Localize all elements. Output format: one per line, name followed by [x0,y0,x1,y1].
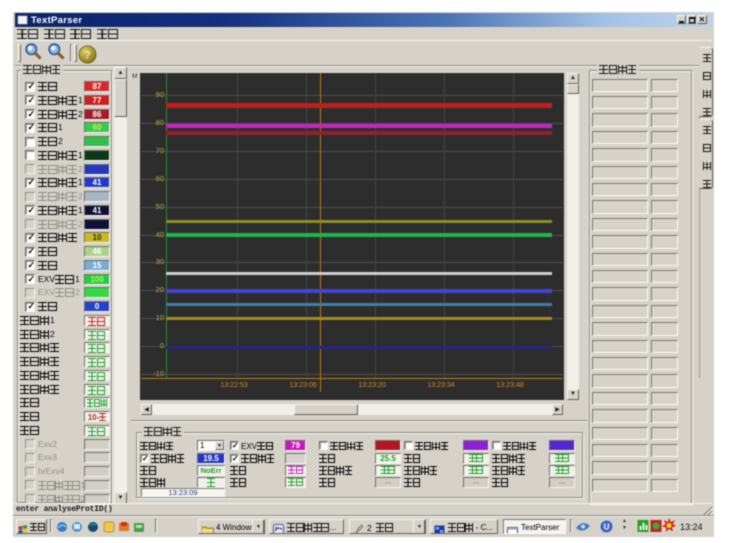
svg-text:?: ? [84,49,91,61]
svg-text:U: U [604,523,610,532]
